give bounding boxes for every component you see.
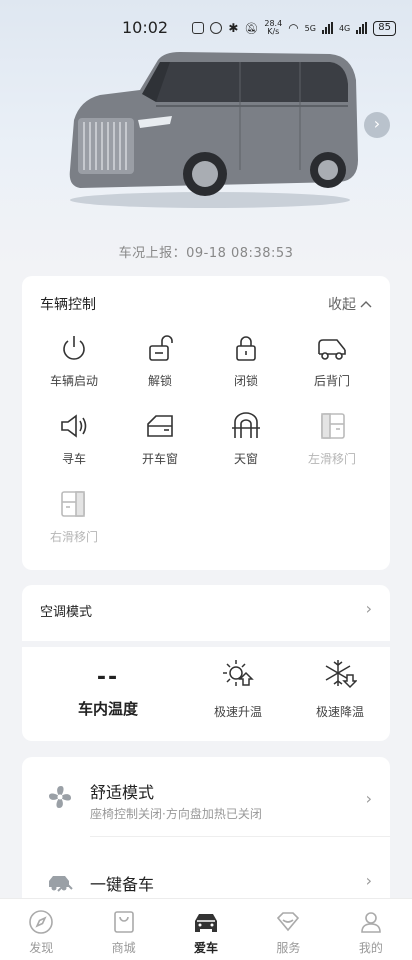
window-icon [147,415,173,437]
snowflake-icon [325,660,358,689]
alarm-icon [210,22,223,34]
power-icon [63,336,85,360]
control-open-window[interactable]: 开车窗 [114,410,206,467]
rapid-heat-label: 极速升温 [213,705,262,719]
rapid-heat-button[interactable]: 极速升温 [198,657,278,720]
control-left-sliding-door-label: 左滑移门 [307,452,356,466]
battery-indicator: 85 [373,20,396,36]
car-icon [195,914,218,932]
control-start-label: 车辆启动 [49,374,98,388]
divider [22,641,390,647]
net-speed: 28.4 K/s [264,20,282,36]
status-time: 10:02 [122,18,169,37]
ac-card: 空调模式 › -- 车内温度 极速升温 极速降温 [22,585,390,741]
control-tailgate[interactable]: 后背门 [286,332,378,389]
ac-mode-title[interactable]: 空调模式 [40,601,92,620]
tab-mall[interactable]: 商城 [82,899,164,960]
control-start[interactable]: 车辆启动 [28,332,120,389]
rapid-cool-button[interactable]: 极速降温 [300,657,380,720]
lock-icon [236,336,256,361]
right-sliding-door-icon [61,491,85,517]
chevron-right-icon: › [365,789,372,808]
unlock-icon [149,335,173,361]
comfort-mode-subtitle: 座椅控制关闭·方向盘加热已关闭 [90,807,262,821]
tailgate-icon [318,339,346,360]
vehicle-control-title: 车辆控制 [40,297,96,313]
comfort-mode-title: 舒适模式 [90,783,155,802]
shopping-bag-icon [113,911,134,933]
collapse-button[interactable]: 收起 [328,294,372,314]
bluetooth-icon: ✱ [228,21,239,35]
inside-temp-value: -- [96,665,120,690]
signal-icon [321,22,333,34]
signal-icon-2 [356,22,368,34]
bottom-tab-bar: 发现 商城 爱车 服务 我的 [0,898,412,960]
report-label: 车况上报： [118,246,187,261]
chevron-right-icon[interactable]: › [366,599,372,618]
control-sunroof-label: 天窗 [233,452,258,466]
tab-mall-label: 商城 [111,941,136,955]
control-tailgate-label: 后背门 [313,374,350,388]
control-lock-label: 闭锁 [233,374,258,388]
mute-icon: 🔕︎ [244,21,259,35]
control-find-car-label: 寻车 [61,452,86,466]
sunroof-icon [232,412,260,438]
tab-service-label: 服务 [276,941,301,955]
control-left-sliding-door[interactable]: 左滑移门 [286,410,378,467]
control-right-sliding-door-label: 右滑移门 [49,530,98,544]
control-right-sliding-door[interactable]: 右滑移门 [28,488,120,545]
chevron-up-icon [360,301,372,308]
chevron-right-icon: › [365,871,372,890]
divider [90,836,390,837]
one-key-prep-title: 一键备车 [90,875,155,894]
left-sliding-door-icon [321,413,345,439]
vehicle-control-card: 车辆控制 收起 车辆启动 解锁 闭锁 后背门 寻车 开车窗 天窗 左滑移门 右滑… [22,276,390,570]
service-icon [277,912,300,932]
vehicle-hero: › 车况上报：09-18 08:38:53 [0,0,412,270]
horn-icon [61,414,87,438]
sun-heat-icon [223,660,254,686]
tab-my-car-label: 爱车 [194,941,219,955]
rapid-cool-label: 极速降温 [315,705,364,719]
comfort-mode-row[interactable]: 舒适模式 座椅控制关闭·方向盘加热已关闭 › [22,757,390,837]
next-vehicle-button[interactable]: › [364,112,390,138]
control-unlock-label: 解锁 [147,374,172,388]
fan-icon [49,786,71,808]
vehicle-image [69,52,358,208]
control-find-car[interactable]: 寻车 [28,410,120,467]
inside-temperature: -- 车内温度 [48,665,168,719]
collapse-label: 收起 [328,297,356,313]
network-label-4g: 4G [338,23,351,33]
tab-discover[interactable]: 发现 [0,899,82,960]
tab-my-car[interactable]: 爱车 [165,899,247,960]
status-icons: ✱ 🔕︎ 28.4 K/s ◠ 5G 4G 85 [192,20,396,36]
wifi-icon: ◠ [288,21,299,35]
car-prep-icon [49,876,73,892]
report-time: 09-18 08:38:53 [186,246,294,261]
user-icon [361,912,381,933]
control-unlock[interactable]: 解锁 [114,332,206,389]
control-sunroof[interactable]: 天窗 [200,410,292,467]
network-label-5g: 5G [304,23,316,33]
tab-mine-label: 我的 [358,941,383,955]
nfc-icon [192,22,205,34]
tab-service[interactable]: 服务 [247,899,329,960]
compass-icon [29,910,54,934]
tab-discover-label: 发现 [29,941,54,955]
net-speed-unit: K/s [267,27,280,36]
status-bar: 10:02 ✱ 🔕︎ 28.4 K/s ◠ 5G 4G 85 [0,0,412,37]
inside-temp-label: 车内温度 [77,700,138,718]
control-open-window-label: 开车窗 [141,452,178,466]
control-lock[interactable]: 闭锁 [200,332,292,389]
status-report: 车况上报：09-18 08:38:53 [0,242,412,261]
comfort-card: 舒适模式 座椅控制关闭·方向盘加热已关闭 › 一键备车 › [22,757,390,917]
tab-mine[interactable]: 我的 [330,899,412,960]
